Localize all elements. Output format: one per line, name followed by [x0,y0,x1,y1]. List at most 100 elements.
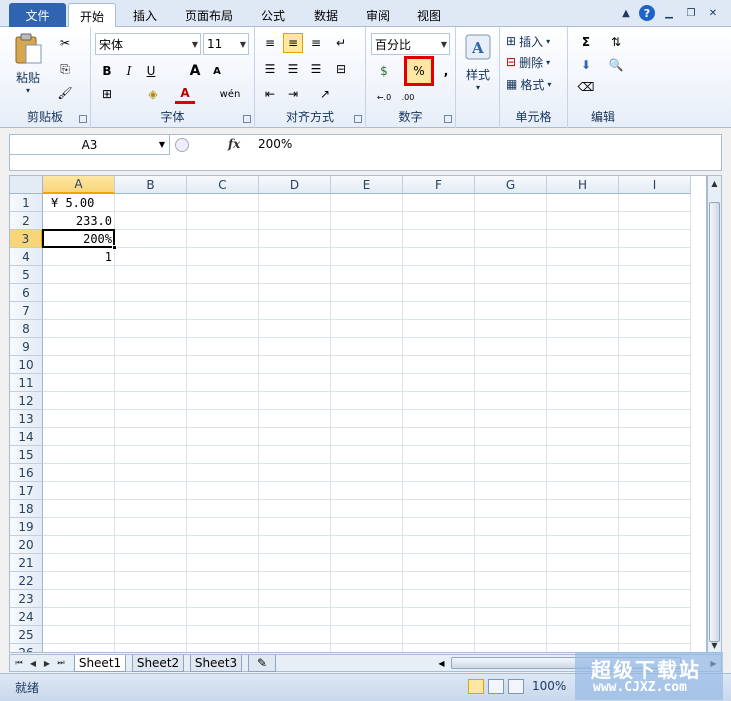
row-header-25[interactable]: 25 [10,626,43,644]
page-break-view-icon[interactable] [508,679,524,694]
wrap-text-icon[interactable]: ↵ [331,33,351,53]
row-header-17[interactable]: 17 [10,482,43,500]
column-header-b[interactable]: B [115,176,187,194]
underline-button[interactable]: U [141,61,161,81]
restore-window-icon[interactable]: ❐ [683,5,699,21]
autosum-button[interactable]: Σ [576,32,596,52]
sort-filter-icon[interactable]: ⇅ [606,32,626,52]
merge-center-icon[interactable]: ⊟ [331,59,351,79]
column-header-d[interactable]: D [259,176,331,194]
number-launcher-icon[interactable] [444,115,452,123]
normal-view-icon[interactable] [468,679,484,694]
column-header-h[interactable]: H [547,176,619,194]
increase-indent-icon[interactable]: ⇥ [283,84,303,104]
orientation-icon[interactable]: ↗ [315,84,335,104]
formula-input-area[interactable] [10,155,721,170]
shrink-font-button[interactable]: A [207,61,227,81]
insert-cells-button[interactable]: ⊞ 插入 ▾ [506,32,550,50]
percent-style-button[interactable]: % [404,56,434,86]
cell-a2[interactable]: 233.0 [43,212,115,230]
name-box[interactable]: A3 ▼ [10,135,170,155]
prev-sheet-icon[interactable]: ◀ [27,657,39,669]
row-header-22[interactable]: 22 [10,572,43,590]
tab-file[interactable]: 文件 [9,3,66,27]
align-bottom-icon[interactable]: ≡ [306,33,326,53]
formula-input[interactable]: 200% [258,137,292,151]
select-all-corner[interactable] [10,176,43,194]
row-header-16[interactable]: 16 [10,464,43,482]
next-sheet-icon[interactable]: ▶ [41,657,53,669]
row-header-6[interactable]: 6 [10,284,43,302]
cell-a4[interactable]: 1 [43,248,115,266]
currency-format-button[interactable]: $ [374,61,394,81]
column-header-i[interactable]: I [619,176,691,194]
row-header-4[interactable]: 4 [10,248,43,266]
row-header-3[interactable]: 3 [10,230,43,248]
help-icon[interactable]: ? [639,5,655,21]
insert-function-button[interactable]: fx [228,137,240,151]
row-header-11[interactable]: 11 [10,374,43,392]
expand-handle-icon[interactable] [175,138,189,152]
font-launcher-icon[interactable] [243,115,251,123]
delete-cells-button[interactable]: ⊟ 删除 ▾ [506,53,550,71]
borders-icon[interactable]: ⊞ [97,84,117,104]
row-header-8[interactable]: 8 [10,320,43,338]
column-header-g[interactable]: G [475,176,547,194]
comma-style-button[interactable]: , [436,61,456,81]
column-header-f[interactable]: F [403,176,475,194]
scroll-left-icon[interactable]: ◀ [435,656,448,670]
decrease-indent-icon[interactable]: ⇤ [260,84,280,104]
cell-a1[interactable]: ¥ 5.00 [43,194,115,212]
worksheet-grid[interactable]: A B C D E F G H I 1 2 3 4 5 6 7 8 9 10 11 12 13 14 15 16 17 18 19 20… [9,175,707,653]
close-window-icon[interactable]: ✕ [705,5,721,21]
vertical-scrollbar[interactable]: ▲ ▼ [707,175,722,653]
row-header-18[interactable]: 18 [10,500,43,518]
tab-review[interactable]: 审阅 [357,3,399,27]
format-cells-button[interactable]: ▦ 格式 ▾ [506,75,551,93]
minimize-window-icon[interactable]: ▁ [661,5,677,21]
increase-decimal-icon[interactable]: ←.0 [374,87,394,107]
column-header-a[interactable]: A [43,176,115,194]
styles-button[interactable]: A 样式 ▾ [460,33,496,93]
tab-formulas[interactable]: 公式 [252,3,294,27]
tab-view[interactable]: 视图 [408,3,450,27]
font-size-combo[interactable]: 11 ▼ [203,33,249,55]
page-layout-view-icon[interactable] [488,679,504,694]
row-header-26[interactable]: 26 [10,644,43,652]
row-header-23[interactable]: 23 [10,590,43,608]
bold-button[interactable]: B [97,61,117,81]
font-name-combo[interactable]: 宋体 ▼ [95,33,201,55]
decrease-decimal-icon[interactable]: .00 [398,87,418,107]
row-header-15[interactable]: 15 [10,446,43,464]
align-center-icon[interactable]: ☰ [283,59,303,79]
fill-handle[interactable] [112,245,117,250]
alignment-launcher-icon[interactable] [354,115,362,123]
clipboard-launcher-icon[interactable] [79,115,87,123]
row-header-7[interactable]: 7 [10,302,43,320]
row-header-10[interactable]: 10 [10,356,43,374]
row-header-24[interactable]: 24 [10,608,43,626]
row-header-20[interactable]: 20 [10,536,43,554]
scroll-down-icon[interactable]: ▼ [708,638,721,652]
cut-icon[interactable]: ✂ [55,33,75,53]
row-header-1[interactable]: 1 [10,194,43,212]
format-painter-icon[interactable]: 🖌 [55,83,75,103]
clear-icon[interactable]: ⌫ [576,77,596,97]
minimize-ribbon-icon[interactable]: ▲ [618,5,634,21]
sheet-tab-1[interactable]: Sheet1 [74,655,126,672]
sheet-tab-2[interactable]: Sheet2 [132,655,184,672]
column-header-e[interactable]: E [331,176,403,194]
italic-button[interactable]: I [119,61,139,81]
grow-font-button[interactable]: A [185,61,205,81]
font-color-button[interactable]: A [175,84,195,104]
sheet-tab-3[interactable]: Sheet3 [190,655,242,672]
row-header-5[interactable]: 5 [10,266,43,284]
find-select-icon[interactable]: 🔍 [606,55,626,75]
align-middle-icon[interactable]: ≡ [283,33,303,53]
row-header-2[interactable]: 2 [10,212,43,230]
tab-insert[interactable]: 插入 [124,3,166,27]
tab-page-layout[interactable]: 页面布局 [178,3,240,27]
row-header-19[interactable]: 19 [10,518,43,536]
tab-data[interactable]: 数据 [305,3,347,27]
align-top-icon[interactable]: ≡ [260,33,280,53]
